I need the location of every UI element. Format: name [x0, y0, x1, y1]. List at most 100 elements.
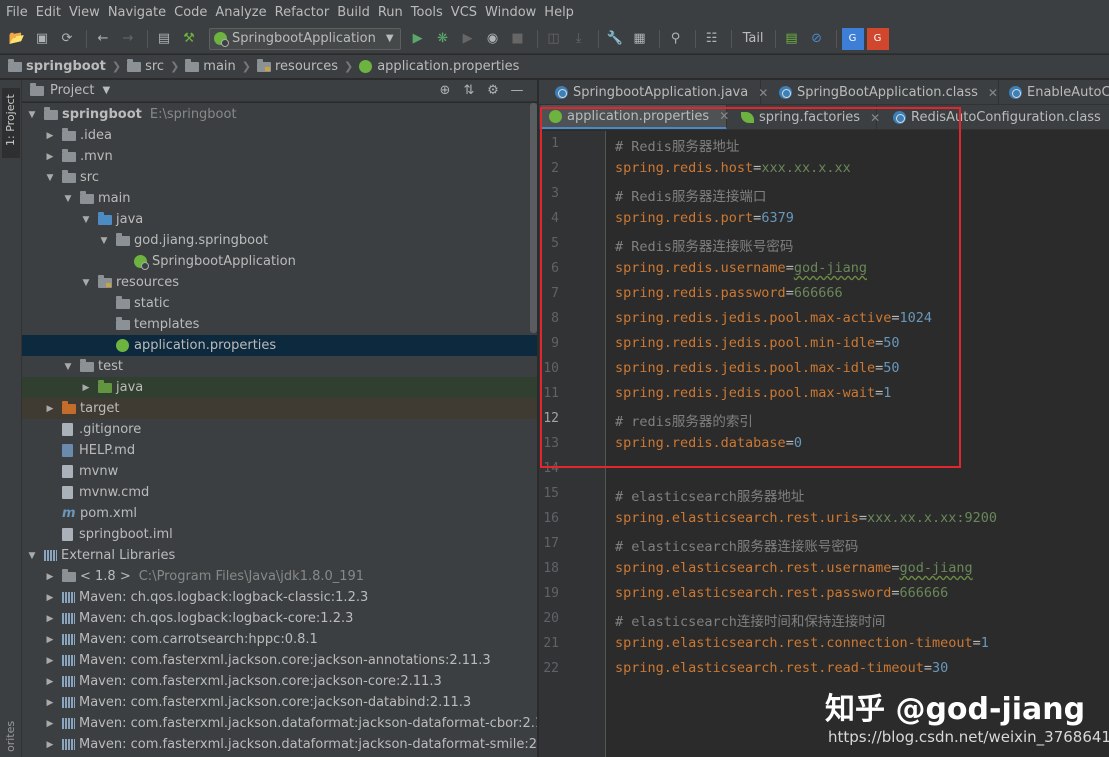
tab-enable-auto-configuration[interactable]: EnableAutoCo — [1001, 80, 1109, 104]
menu-tools[interactable]: Tools — [409, 5, 449, 20]
tree-item-gitignore[interactable]: .gitignore — [22, 419, 537, 440]
expand-right-icon[interactable]: ▶ — [44, 677, 56, 687]
tree-item-resources[interactable]: ▼ resources — [22, 272, 537, 293]
project-structure-icon[interactable]: ◫ — [543, 28, 565, 50]
menu-build[interactable]: Build — [335, 5, 376, 20]
menu-view[interactable]: View — [67, 5, 106, 20]
tree-item-static[interactable]: static — [22, 293, 537, 314]
tree-item-target[interactable]: ▶ target — [22, 398, 537, 419]
close-icon[interactable]: ✕ — [719, 109, 729, 123]
debug-bug-icon[interactable]: ❋ — [432, 28, 454, 50]
vcs-icon[interactable]: ☷ — [701, 28, 723, 50]
close-icon[interactable]: ✕ — [988, 86, 998, 100]
tree-item-src[interactable]: ▼ src — [22, 167, 537, 188]
tree-item-jdk[interactable]: ▶ < 1.8 > C:\Program Files\Java\jdk1.8.0… — [22, 566, 537, 587]
close-icon[interactable]: ✕ — [870, 111, 880, 125]
expand-right-icon[interactable]: ▶ — [44, 152, 56, 162]
tree-item-application-properties[interactable]: application.properties — [22, 335, 537, 356]
tab-redis-auto-configuration-class[interactable]: RedisAutoConfiguration.class — [885, 105, 1109, 129]
expand-right-icon[interactable]: ▶ — [44, 572, 56, 582]
collapse-all-icon[interactable]: ⇅ — [457, 83, 481, 98]
breadcrumb-application-properties[interactable]: application.properties — [359, 59, 519, 74]
expand-down-icon[interactable]: ▼ — [62, 194, 74, 204]
tree-item-library[interactable]: ▶ Maven: com.carrotsearch:hppc:0.8.1 — [22, 629, 537, 650]
expand-down-icon[interactable]: ▼ — [98, 236, 110, 246]
tree-item-library[interactable]: ▶ Maven: com.fasterxml.jackson.dataforma… — [22, 713, 537, 734]
tree-item-library[interactable]: ▶ Maven: ch.qos.logback:logback-classic:… — [22, 587, 537, 608]
tree-item-mvnw[interactable]: mvnw — [22, 461, 537, 482]
tree-item-springboot[interactable]: ▼ springboot E:\springboot — [22, 104, 537, 125]
expand-right-icon[interactable]: ▶ — [44, 614, 56, 624]
tree-item-springboot-application[interactable]: SpringbootApplication — [22, 251, 537, 272]
tree-item-mvnw-cmd[interactable]: mvnw.cmd — [22, 482, 537, 503]
activity-monitor-icon[interactable]: ▤ — [781, 28, 803, 50]
tree-item-main[interactable]: ▼ main — [22, 188, 537, 209]
tab-spring-factories[interactable]: spring.factories ✕ — [733, 105, 880, 129]
save-icon[interactable]: ▣ — [31, 28, 53, 50]
breadcrumb-springboot[interactable]: springboot ❯ — [8, 58, 127, 74]
expand-right-icon[interactable]: ▶ — [44, 719, 56, 729]
project-structure-folder-icon[interactable]: ▦ — [629, 28, 651, 50]
expand-down-icon[interactable]: ▼ — [80, 278, 92, 288]
build-hammer-icon[interactable]: ⚒ — [178, 28, 200, 50]
tree-item-java[interactable]: ▼ java — [22, 209, 537, 230]
menu-vcs[interactable]: VCS — [449, 5, 483, 20]
menu-help[interactable]: Help — [542, 5, 580, 20]
tree-item-help-md[interactable]: HELP.md — [22, 440, 537, 461]
tree-item-library[interactable]: ▶ Maven: com.fasterxml.jackson.core:jack… — [22, 671, 537, 692]
menu-navigate[interactable]: Navigate — [106, 5, 172, 20]
tree-item-mvn[interactable]: ▶ .mvn — [22, 146, 537, 167]
menu-file[interactable]: File — [4, 5, 34, 20]
chevron-down-icon[interactable]: ▼ — [102, 85, 110, 96]
run-icon[interactable]: ▶ — [407, 28, 429, 50]
project-tree-scrollbar[interactable] — [530, 103, 537, 333]
sync-icon[interactable]: ⟳ — [56, 28, 78, 50]
tree-item-idea[interactable]: ▶ .idea — [22, 125, 537, 146]
menu-window[interactable]: Window — [483, 5, 542, 20]
gear-icon[interactable]: ⚙ — [481, 83, 505, 98]
download-icon[interactable]: ⤓ — [568, 28, 590, 50]
locate-target-icon[interactable]: ⊕ — [433, 83, 457, 98]
expand-right-icon[interactable]: ▶ — [80, 383, 92, 393]
no-entry-icon[interactable]: ⊘ — [806, 28, 828, 50]
tab-springboot-application-java[interactable]: SpringbootApplication.java ✕ — [547, 80, 768, 104]
breadcrumb-resources[interactable]: resources ❯ — [256, 58, 359, 74]
tree-item-library[interactable]: ▶ Maven: ch.qos.logback:logback-core:1.2… — [22, 608, 537, 629]
expand-right-icon[interactable]: ▶ — [44, 635, 56, 645]
tree-item-springboot-iml[interactable]: springboot.iml — [22, 524, 537, 545]
minimize-icon[interactable]: — — [505, 83, 529, 98]
expand-down-icon[interactable]: ▼ — [80, 215, 92, 225]
tree-item-library[interactable]: ▶ Maven: com.fasterxml.jackson.core:jack… — [22, 692, 537, 713]
search-icon[interactable]: ⚲ — [665, 28, 687, 50]
breadcrumb-main[interactable]: main ❯ — [185, 58, 257, 74]
menu-edit[interactable]: Edit — [34, 5, 67, 20]
forward-arrow-icon[interactable]: → — [117, 28, 139, 50]
stop-icon[interactable]: ■ — [507, 28, 529, 50]
menu-code[interactable]: Code — [172, 5, 213, 20]
terminal-icon[interactable]: ▤ — [153, 28, 175, 50]
breadcrumb-src[interactable]: src ❯ — [127, 58, 185, 74]
back-arrow-icon[interactable]: ← — [92, 28, 114, 50]
tree-item-library[interactable]: ▶ Maven: com.fasterxml.jackson.core:jack… — [22, 650, 537, 671]
translate-alt-icon[interactable]: G — [866, 27, 889, 50]
tab-spring-boot-application-class[interactable]: SpringBootApplication.class ✕ — [771, 80, 999, 104]
expand-right-icon[interactable]: ▶ — [44, 698, 56, 708]
tab-application-properties[interactable]: application.properties ✕ — [541, 105, 729, 129]
expand-right-icon[interactable]: ▶ — [44, 593, 56, 603]
close-icon[interactable]: ✕ — [758, 86, 768, 100]
project-tool-tab[interactable]: 1: Project — [2, 88, 20, 158]
tail-button[interactable]: Tail — [743, 31, 764, 46]
open-folder-icon[interactable]: 📂 — [6, 28, 28, 50]
settings-wrench-icon[interactable]: 🔧 — [604, 28, 626, 50]
project-view-select[interactable]: Project — [50, 83, 94, 98]
tree-item-package[interactable]: ▼ god.jiang.springboot — [22, 230, 537, 251]
run-coverage-icon[interactable]: ▶ — [457, 28, 479, 50]
tree-item-library[interactable]: ▶ Maven: com.fasterxml.jackson.dataforma… — [22, 734, 537, 755]
expand-down-icon[interactable]: ▼ — [44, 173, 56, 183]
expand-right-icon[interactable]: ▶ — [44, 656, 56, 666]
expand-right-icon[interactable]: ▶ — [44, 740, 56, 750]
tree-item-test-java[interactable]: ▶ java — [22, 377, 537, 398]
expand-down-icon[interactable]: ▼ — [26, 551, 38, 561]
favorites-tool-tab[interactable]: orites — [4, 721, 17, 752]
code-editor[interactable]: 1 2 3 4 5 6 7 8 9 10 11 12 13 14 15 16 1… — [539, 131, 1109, 757]
